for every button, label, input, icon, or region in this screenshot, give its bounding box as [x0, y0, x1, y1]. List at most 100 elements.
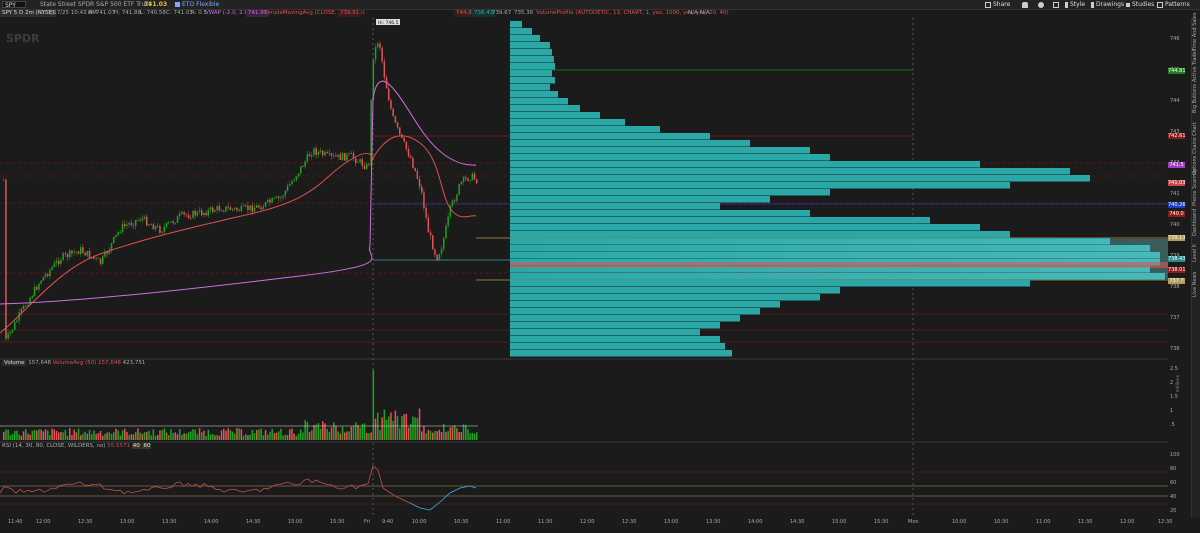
- symbol-input[interactable]: SPY: [2, 1, 26, 9]
- volume-bar: [218, 435, 221, 440]
- price-tag: 744.81: [1168, 68, 1186, 74]
- profile-bar: [510, 308, 760, 315]
- gear-icon: [1038, 1, 1044, 8]
- volume-bar: [403, 414, 405, 440]
- volume-bar: [135, 431, 137, 440]
- volume-bar: [275, 432, 278, 440]
- candle-body: [185, 214, 188, 216]
- studies-button[interactable]: Studies: [1126, 1, 1154, 8]
- candle-body: [139, 219, 141, 221]
- candle-body: [399, 127, 401, 135]
- eto-flexible-link[interactable]: ETO Flexible: [175, 1, 219, 8]
- volume-extra-value: 423,751: [122, 360, 146, 366]
- candle-body: [225, 206, 227, 212]
- time-axis-label: 12:30: [78, 519, 93, 525]
- volume-bar: [137, 428, 139, 440]
- sidebar-tab[interactable]: Level II: [1192, 239, 1200, 268]
- rsi-label[interactable]: RSI (14, 30, 80, CLOSE, WILDERS, no): [2, 443, 105, 449]
- profile-bar: [510, 350, 732, 357]
- candle-body: [317, 151, 320, 155]
- volume-bar: [370, 432, 372, 440]
- volume-bar: [174, 432, 177, 440]
- volume-bar: [399, 428, 401, 440]
- sidebar-tab[interactable]: Time And Sales: [1192, 13, 1200, 52]
- settings-button[interactable]: [1038, 1, 1046, 8]
- candle-body: [273, 197, 276, 199]
- patterns-button[interactable]: Patterns: [1157, 1, 1190, 8]
- time-axis-label: 12:30: [1158, 519, 1173, 525]
- volume-bar: [25, 429, 27, 440]
- candle-body: [337, 154, 339, 157]
- candle-body: [432, 235, 434, 250]
- volume-bar: [11, 433, 14, 440]
- candle-body: [163, 226, 166, 232]
- candle-body: [456, 194, 458, 202]
- sidebar-tab[interactable]: Phone Scanner: [1192, 168, 1200, 206]
- volume-bar: [308, 431, 311, 440]
- price-chart[interactable]: SPDR Hi: 746.5: [0, 18, 1168, 518]
- volume-bar: [121, 430, 124, 440]
- volume-bar: [264, 430, 267, 440]
- volume-bar: [449, 427, 452, 440]
- drawings-button[interactable]: Drawings: [1091, 1, 1124, 8]
- alerts-button[interactable]: [1022, 1, 1030, 8]
- bell-icon: [1022, 1, 1028, 8]
- volume-bar: [154, 435, 157, 440]
- candle-body: [410, 156, 412, 159]
- volume-bar: [73, 429, 75, 440]
- candle-body: [440, 248, 443, 254]
- candle-body: [38, 283, 40, 290]
- volume-bar: [429, 430, 432, 440]
- volume-label[interactable]: Volume: [2, 360, 27, 366]
- volume-bar: [416, 417, 419, 440]
- candle-body: [322, 150, 324, 156]
- volume-bar: [227, 428, 229, 440]
- volume-bar: [322, 421, 324, 440]
- profile-bar: [510, 119, 625, 126]
- candle-body: [137, 219, 139, 221]
- candle-body: [429, 232, 432, 236]
- price-tag: 740.26: [1168, 202, 1186, 208]
- sidebar-tab[interactable]: Big Buttons: [1192, 84, 1200, 113]
- sidebar-tab[interactable]: Dashboard: [1192, 208, 1200, 237]
- volume-bar: [377, 412, 379, 440]
- candle-body: [231, 208, 234, 210]
- volume-bar: [214, 435, 216, 440]
- right-sidebar-tabs: Time And Sales Active Trader Big Buttons Ch…: [1191, 13, 1200, 518]
- volume-bar: [201, 432, 203, 440]
- volume-bar: [454, 425, 456, 440]
- candle-body: [196, 211, 199, 216]
- volume-bar: [113, 432, 115, 440]
- candle-body: [152, 224, 155, 230]
- profile-bar: [510, 133, 710, 140]
- flag-icon: [175, 2, 180, 7]
- volume-avg-label[interactable]: VolumeAvg (50): [53, 360, 97, 366]
- profile-bar: [510, 343, 725, 350]
- volume-bar: [132, 434, 135, 440]
- grid-button[interactable]: [1053, 1, 1061, 8]
- profile-bar: [510, 91, 558, 98]
- sidebar-tab[interactable]: Active Trader: [1192, 49, 1200, 82]
- volume-bar: [229, 430, 232, 440]
- volume-bar: [315, 424, 317, 440]
- candle-body: [174, 222, 177, 224]
- volume-bar: [427, 429, 430, 440]
- volume-bar: [110, 433, 113, 440]
- candle-body: [58, 260, 60, 264]
- volume-bar: [157, 434, 159, 440]
- candle-body: [22, 305, 25, 309]
- volume-bar: [82, 433, 84, 440]
- volume-axis-label: .5: [1170, 422, 1175, 428]
- sidebar-tab[interactable]: Live News: [1192, 270, 1200, 299]
- time-axis-label: 10:30: [454, 519, 469, 525]
- candle-body: [172, 221, 174, 224]
- volume-bar: [388, 416, 390, 440]
- candle-body: [445, 225, 447, 239]
- volume-bar: [341, 426, 344, 440]
- style-button[interactable]: Style: [1065, 1, 1085, 8]
- candle-body: [335, 155, 337, 157]
- candle-body: [251, 205, 254, 212]
- candle-body: [434, 249, 436, 255]
- na-value-2: N/A: [700, 10, 710, 16]
- share-button[interactable]: Share: [985, 1, 1010, 8]
